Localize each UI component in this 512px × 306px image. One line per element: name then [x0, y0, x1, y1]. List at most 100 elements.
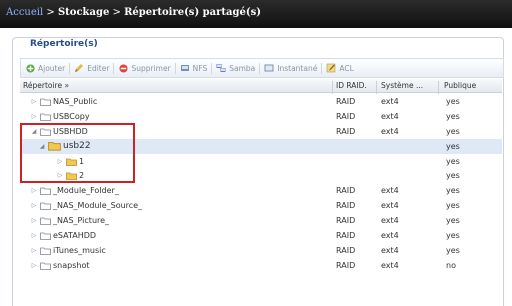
expand-arrow-icon[interactable]: ▷	[30, 217, 38, 224]
public-cell: yes	[446, 216, 460, 225]
public-cell: yes	[446, 246, 460, 255]
delete-icon	[118, 63, 128, 73]
public-cell: no	[446, 261, 456, 270]
add-button-label: Ajouter	[38, 63, 66, 73]
nfs-button-label: NFS	[192, 63, 208, 73]
column-header-directory[interactable]: Répertoire »	[23, 81, 69, 90]
public-cell: yes	[446, 97, 460, 106]
table-row[interactable]: ▷ eSATAHDD RAID ext4 yes	[20, 228, 502, 243]
filesystem-cell: ext4	[381, 127, 399, 136]
breadcrumb: Accueil > Stockage > Répertoire(s) parta…	[6, 7, 261, 18]
top-bar: Accueil > Stockage > Répertoire(s) parta…	[0, 0, 512, 28]
public-cell: yes	[446, 201, 460, 210]
filesystem-cell: ext4	[381, 186, 399, 195]
table-row[interactable]: ▷ USBCopy RAID ext4 yes	[20, 109, 502, 124]
edit-button[interactable]: Editer	[70, 63, 113, 73]
expand-arrow-icon[interactable]: ▷	[30, 262, 38, 269]
directory-name: _Module_Folder_	[53, 186, 119, 195]
samba-icon	[216, 63, 226, 73]
expand-arrow-icon[interactable]: ▷	[30, 202, 38, 209]
expand-arrow-icon[interactable]: ▷	[30, 98, 38, 105]
panel-title: Répertoire(s)	[27, 38, 101, 50]
raid-cell: RAID	[336, 261, 356, 270]
filesystem-cell: ext4	[381, 231, 399, 240]
raid-cell: RAID	[336, 112, 356, 121]
raid-cell: RAID	[336, 127, 356, 136]
edit-button-label: Editer	[87, 63, 110, 73]
samba-button-label: Samba	[229, 63, 256, 73]
column-divider	[332, 81, 333, 94]
public-cell: yes	[446, 142, 460, 151]
public-cell: yes	[446, 186, 460, 195]
table-row[interactable]: ▷ _Module_Folder_ RAID ext4 yes	[20, 183, 502, 198]
table-row[interactable]: ▷ _NAS_Picture_ RAID ext4 yes	[20, 213, 502, 228]
expand-arrow-icon[interactable]: ▷	[30, 187, 38, 194]
column-divider	[376, 81, 377, 94]
filesystem-cell: ext4	[381, 201, 399, 210]
toolbar: Ajouter Editer Supprimer NFS Samba Insta…	[20, 58, 504, 78]
breadcrumb-separator: >	[43, 7, 58, 18]
raid-cell: RAID	[336, 97, 356, 106]
breadcrumb-storage[interactable]: Stockage	[58, 7, 109, 18]
nfs-icon	[180, 63, 190, 73]
table-row[interactable]: ▷ iTunes_music RAID ext4 yes	[20, 243, 502, 258]
acl-icon	[326, 63, 336, 73]
snapshot-button[interactable]: Instantané	[260, 63, 321, 73]
directory-name: eSATAHDD	[53, 231, 97, 240]
filesystem-cell: ext4	[381, 97, 399, 106]
snapshot-button-label: Instantané	[277, 63, 318, 73]
samba-button[interactable]: Samba	[212, 63, 259, 73]
raid-cell: RAID	[336, 216, 356, 225]
table-row[interactable]: ▷ _NAS_Module_Source_ RAID ext4 yes	[20, 198, 502, 213]
raid-cell: RAID	[336, 201, 356, 210]
delete-button-label: Supprimer	[131, 63, 171, 73]
table-row[interactable]: ▷ snapshot RAID ext4 no	[20, 258, 502, 273]
raid-cell: RAID	[336, 246, 356, 255]
public-cell: yes	[446, 127, 460, 136]
folder-icon	[40, 202, 51, 210]
folder-icon	[40, 113, 51, 121]
table-row[interactable]: ▷ NAS_Public RAID ext4 yes	[20, 94, 502, 109]
directory-name: _NAS_Picture_	[53, 216, 110, 225]
breadcrumb-separator: >	[109, 7, 125, 18]
acl-button[interactable]: ACL	[322, 63, 357, 73]
directory-name: _NAS_Module_Source_	[53, 201, 143, 210]
folder-icon	[40, 262, 51, 270]
folder-icon	[40, 98, 51, 106]
expand-arrow-icon[interactable]: ▷	[30, 247, 38, 254]
public-cell: yes	[446, 157, 460, 166]
raid-cell: RAID	[336, 186, 356, 195]
delete-button[interactable]: Supprimer	[114, 63, 174, 73]
directory-name: NAS_Public	[53, 97, 98, 106]
expand-arrow-icon[interactable]: ▷	[30, 113, 38, 120]
folder-icon	[40, 247, 51, 255]
snapshot-icon	[264, 63, 274, 73]
breadcrumb-current: Répertoire(s) partagé(s)	[124, 7, 261, 18]
filesystem-cell: ext4	[381, 246, 399, 255]
public-cell: yes	[446, 112, 460, 121]
directory-name: snapshot	[53, 261, 90, 270]
filesystem-cell: ext4	[381, 216, 399, 225]
add-icon	[25, 63, 35, 73]
nfs-button[interactable]: NFS	[176, 63, 212, 73]
filesystem-cell: ext4	[381, 112, 399, 121]
folder-icon	[40, 217, 51, 225]
column-header-public[interactable]: Publique	[444, 81, 476, 90]
directory-name: USBCopy	[53, 112, 90, 121]
filesystem-cell: ext4	[381, 261, 399, 270]
column-header-filesystem[interactable]: Système ...	[381, 81, 423, 90]
column-header-raid[interactable]: ID RAID.	[336, 81, 367, 90]
directory-name: iTunes_music	[53, 246, 106, 255]
folder-icon	[40, 232, 51, 240]
column-divider	[438, 81, 439, 94]
highlight-box	[20, 123, 135, 183]
public-cell: yes	[446, 231, 460, 240]
expand-arrow-icon[interactable]: ▷	[30, 232, 38, 239]
folder-icon	[40, 187, 51, 195]
add-button[interactable]: Ajouter	[21, 63, 69, 73]
raid-cell: RAID	[336, 231, 356, 240]
public-cell: yes	[446, 171, 460, 180]
acl-button-label: ACL	[339, 63, 354, 73]
breadcrumb-home-link[interactable]: Accueil	[6, 7, 43, 18]
edit-icon	[74, 63, 84, 73]
